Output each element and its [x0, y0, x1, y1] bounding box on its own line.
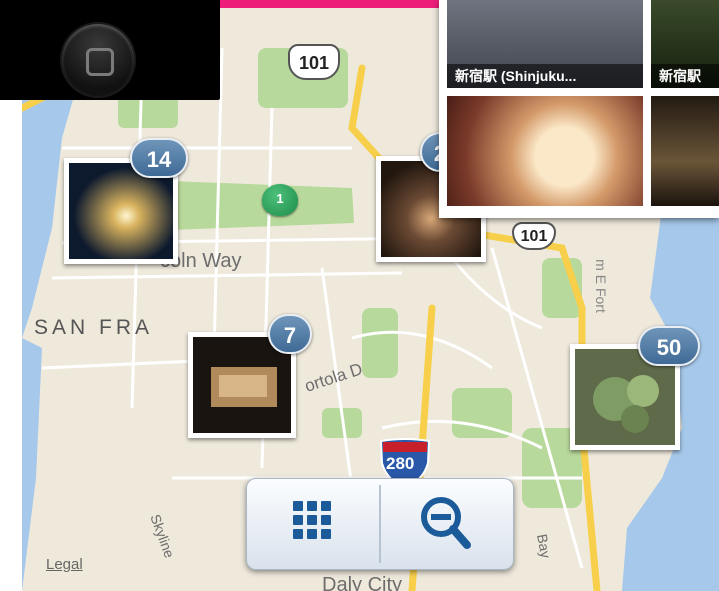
popup-thumb-4[interactable]: [651, 96, 719, 206]
popup-thumb-3[interactable]: [447, 96, 643, 206]
cluster-badge-7[interactable]: 7: [268, 314, 312, 354]
cluster-photo-7: [193, 337, 291, 433]
device-home-overlay: [0, 0, 220, 100]
cluster-badge-14[interactable]: 14: [130, 138, 188, 178]
popup-caption-2: 新宿駅: [651, 64, 719, 88]
map-controls: [246, 478, 514, 570]
zoom-out-button[interactable]: [381, 479, 513, 569]
grid-view-button[interactable]: [247, 479, 379, 569]
grid-icon: [293, 501, 331, 539]
photo-popup[interactable]: 新宿駅 (Shinjuku... 新宿駅: [439, 0, 719, 218]
street-label-daly-city: Daly City: [322, 574, 403, 591]
legal-link[interactable]: Legal: [46, 556, 83, 573]
city-label: SAN FRA: [34, 316, 154, 339]
interstate-280-label: 280: [386, 454, 415, 473]
home-square-icon: [86, 48, 114, 76]
highway-101-mid: 101: [512, 222, 556, 250]
street-label-fort: m E Fort: [592, 259, 609, 313]
location-pin[interactable]: 1: [262, 184, 298, 216]
cluster-badge-50[interactable]: 50: [638, 326, 700, 366]
home-button[interactable]: [62, 24, 134, 96]
popup-thumb-2[interactable]: 新宿駅: [651, 0, 719, 88]
zoom-out-icon: [421, 497, 471, 549]
popup-thumb-1[interactable]: 新宿駅 (Shinjuku...: [447, 0, 643, 88]
popup-caption-1: 新宿駅 (Shinjuku...: [447, 64, 643, 88]
highway-101-top: 101: [288, 44, 340, 80]
